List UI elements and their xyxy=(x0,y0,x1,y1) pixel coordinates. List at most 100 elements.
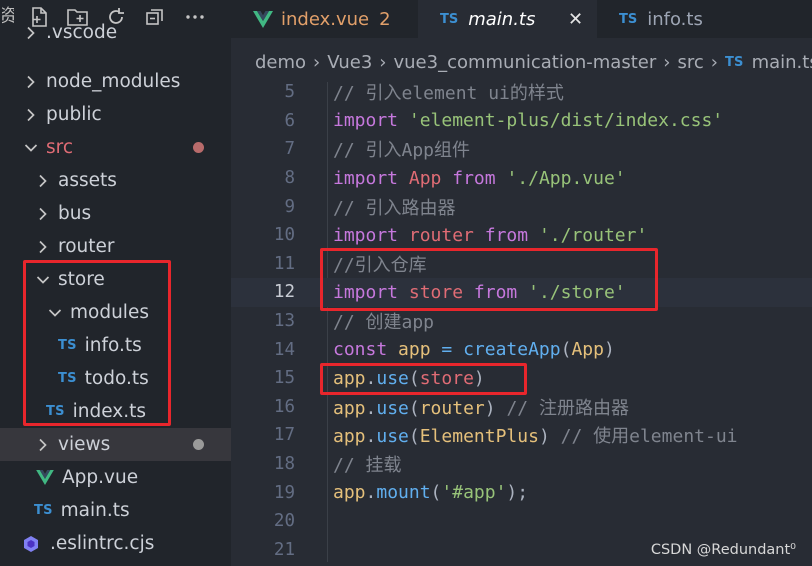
code-line[interactable]: 13 // 创建app xyxy=(231,307,812,336)
line-number: 10 xyxy=(273,225,295,246)
ts-icon: TS xyxy=(724,54,744,70)
code-line[interactable]: 17 app.use(ElementPlus) // 使用element-ui xyxy=(231,421,812,450)
code-line[interactable]: 10 import router from './router' xyxy=(231,221,812,250)
tree-item[interactable]: public xyxy=(0,98,231,131)
code-line[interactable]: 5 // 引入element ui的样式 xyxy=(231,78,812,107)
line-number: 14 xyxy=(273,339,295,360)
highlight-store-import xyxy=(320,248,658,311)
code-line[interactable]: 19 app.mount('#app'); xyxy=(231,478,812,507)
code-token: // 引入路由器 xyxy=(333,197,456,219)
code-token: App xyxy=(408,167,442,189)
chevron-right-icon xyxy=(24,16,38,49)
tree-item-label: router xyxy=(58,236,115,257)
code-token: use xyxy=(376,426,409,448)
breadcrumb-item[interactable]: vue3_communication-master xyxy=(393,52,656,73)
code-line[interactable]: 6 import 'element-plus/dist/index.css' xyxy=(231,107,812,136)
breadcrumb-item[interactable]: main.ts xyxy=(752,52,812,73)
code-token: ( xyxy=(560,339,572,361)
chevron-right-icon xyxy=(36,230,50,263)
tree-item[interactable]: bus xyxy=(0,197,231,230)
code-line[interactable]: 8 import App from './App.vue' xyxy=(231,164,812,193)
tree-item[interactable]: node_modules xyxy=(0,65,231,98)
eslint-icon xyxy=(22,535,40,553)
code-text: app.use(router) // 注册路由器 xyxy=(333,394,629,420)
code-token: mount xyxy=(376,482,431,504)
tree-item-label: node_modules xyxy=(46,71,181,92)
tab-info-ts[interactable]: TS info.ts xyxy=(597,0,757,38)
code-line[interactable]: 16 app.use(router) // 注册路由器 xyxy=(231,393,812,422)
code-token: // 引入App组件 xyxy=(333,140,471,162)
code-line[interactable]: 9 // 引入路由器 xyxy=(231,192,812,221)
chevron-right-icon xyxy=(36,428,50,461)
vue-icon xyxy=(36,470,54,485)
tab-main-ts[interactable]: TS main.ts ✕ xyxy=(418,0,597,38)
tab-label: info.ts xyxy=(647,8,703,30)
code-token: './router' xyxy=(538,224,648,246)
breadcrumb-item[interactable]: Vue3 xyxy=(327,52,372,73)
line-number: 8 xyxy=(284,168,295,189)
code-text: import 'element-plus/dist/index.css' xyxy=(333,110,723,131)
line-number: 9 xyxy=(284,196,295,217)
code-token: // 引入element ui的样式 xyxy=(333,83,564,105)
tree-item[interactable]: assets xyxy=(0,164,231,197)
code-text: // 引入App组件 xyxy=(333,136,470,162)
line-number: 15 xyxy=(273,368,295,389)
tree-item-label: .eslintrc.cjs xyxy=(50,533,155,554)
line-number: 5 xyxy=(284,82,295,103)
code-line[interactable]: 18 // 挂载 xyxy=(231,450,812,479)
code-token: // 创建app xyxy=(333,312,435,334)
tree-item[interactable]: App.vue xyxy=(0,461,231,494)
code-line[interactable]: 14 const app = createApp(App) xyxy=(231,335,812,364)
editor-tabs: index.vue 2 TS main.ts ✕ TS info.ts xyxy=(231,0,812,38)
chevron-right-icon xyxy=(36,164,50,197)
watermark: CSDN @Redundant⁰ xyxy=(650,542,796,558)
vue-icon xyxy=(253,10,273,28)
code-line[interactable]: 7 // 引入App组件 xyxy=(231,135,812,164)
code-token: . xyxy=(365,397,377,419)
tree-item-label: views xyxy=(58,434,111,455)
tree-item[interactable]: .eslintrc.cjs xyxy=(0,527,231,560)
highlight-app-use-store xyxy=(320,363,527,395)
tab-index-vue[interactable]: index.vue 2 xyxy=(231,0,411,38)
line-number: 17 xyxy=(273,425,295,446)
tree-item[interactable]: .vscode xyxy=(0,16,231,49)
tree-item-label: App.vue xyxy=(62,467,139,488)
code-token: ( xyxy=(408,426,420,448)
code-token: . xyxy=(365,426,377,448)
code-token: router xyxy=(419,397,485,419)
breadcrumb-item[interactable]: demo xyxy=(255,52,306,73)
code-token: = xyxy=(441,339,453,361)
code-token: ( xyxy=(408,397,420,419)
highlight-store-folder xyxy=(23,260,171,426)
breadcrumb-item[interactable]: src xyxy=(677,52,703,73)
tree-item-label: public xyxy=(46,104,102,125)
chevron-right-icon: › xyxy=(663,51,671,73)
code-text: app.mount('#app'); xyxy=(333,482,528,503)
code-token: 'element-plus/dist/index.css' xyxy=(408,110,724,132)
tree-item[interactable]: TS main.ts xyxy=(0,494,231,527)
line-number: 12 xyxy=(273,282,295,303)
ts-icon: TS xyxy=(34,503,53,518)
code-line[interactable]: 20 xyxy=(231,507,812,536)
code-token: from xyxy=(452,167,496,189)
chevron-right-icon: › xyxy=(379,51,387,73)
code-text: app.use(ElementPlus) // 使用element-ui xyxy=(333,422,738,448)
line-number: 21 xyxy=(273,539,295,560)
tree-item[interactable]: router xyxy=(0,230,231,263)
code-token: app xyxy=(398,339,431,361)
code-token: ) xyxy=(484,397,507,419)
tree-item[interactable]: src xyxy=(0,131,231,164)
code-token: . xyxy=(365,482,377,504)
tree-item[interactable]: views xyxy=(0,428,231,461)
code-token: ) xyxy=(603,339,615,361)
code-token: import xyxy=(333,167,399,189)
line-number: 18 xyxy=(273,454,295,475)
code-token: from xyxy=(484,224,529,246)
close-icon[interactable]: ✕ xyxy=(568,9,583,30)
